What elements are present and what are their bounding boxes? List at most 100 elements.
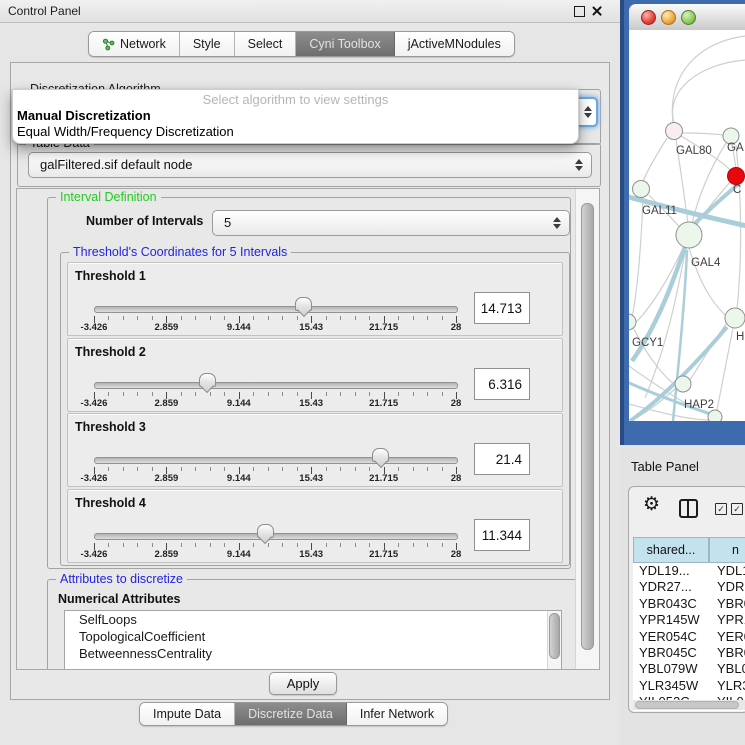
zoom-light-icon[interactable] [681, 10, 696, 25]
close-light-icon[interactable] [641, 10, 656, 25]
network-node-c[interactable] [728, 168, 745, 185]
minor-tick [340, 392, 341, 396]
number-of-intervals-value: 5 [224, 211, 231, 235]
minor-tick [224, 316, 225, 320]
tick-label: -3.426 [70, 473, 118, 484]
settings-scrollbar-thumb[interactable] [581, 203, 594, 650]
combobox-stepper-icon[interactable] [584, 106, 592, 118]
slider-track[interactable] [94, 306, 458, 313]
table-row[interactable]: YER054CYER0 [633, 629, 745, 645]
combobox-stepper-icon[interactable] [575, 159, 583, 171]
network-node-gcy1[interactable] [629, 314, 636, 330]
slider-track[interactable] [94, 457, 458, 464]
slider-thumb[interactable] [372, 448, 389, 462]
table-row[interactable]: YBR045CYBR0 [633, 645, 745, 661]
cell-name: YDL1 [717, 563, 745, 579]
close-icon[interactable] [591, 5, 603, 17]
threshold-label: Threshold 4 [75, 496, 146, 510]
split-columns-icon[interactable] [679, 499, 698, 518]
table-hscrollbar[interactable] [633, 700, 745, 710]
tick-label: 28 [432, 322, 480, 333]
table-row[interactable]: YPR145WYPR1 [633, 612, 745, 628]
network-node-gal4[interactable] [676, 222, 702, 248]
slider-thumb[interactable] [199, 373, 216, 387]
minor-tick [253, 316, 254, 320]
cell-name: YPR1 [717, 612, 745, 628]
network-window-titlebar[interactable] [629, 4, 745, 31]
combobox-stepper-icon[interactable] [553, 217, 561, 229]
checkbox-icon[interactable]: ✓ [715, 503, 727, 515]
list-scrollbar[interactable] [547, 611, 561, 670]
algorithm-option-equal-width-frequency-discretization[interactable]: Equal Width/Frequency Discretization [13, 124, 578, 140]
network-node[interactable] [708, 410, 722, 421]
slider-track[interactable] [94, 382, 458, 389]
table-row[interactable]: YBL079WYBL0 [633, 661, 745, 677]
minor-tick [326, 392, 327, 396]
tick-label: 15.43 [287, 549, 335, 560]
table-row[interactable]: YLR345WYLR3 [633, 678, 745, 694]
minor-tick [427, 392, 428, 396]
apply-button[interactable]: Apply [269, 672, 337, 695]
minor-tick [123, 316, 124, 320]
tab-cyni-toolbox[interactable]: Cyni Toolbox [296, 32, 394, 56]
minor-tick [224, 392, 225, 396]
algorithm-option-select-algorithm-to-view-settings[interactable]: Select algorithm to view settings [13, 92, 578, 108]
tick-label: 2.859 [142, 322, 190, 333]
network-view-canvas[interactable]: GAL80GACGAL11GAL4GCY1HHAP2 [629, 30, 745, 421]
cell-shared-name: YBL079W [639, 661, 698, 677]
gear-icon[interactable]: ⚙ [643, 495, 660, 514]
tab-jactivemnodules[interactable]: jActiveMNodules [395, 32, 514, 56]
settings-scrollbar[interactable] [575, 189, 600, 669]
attribute-item-topologicalcoefficient[interactable]: TopologicalCoefficient [65, 628, 561, 645]
mode-tab-infer-network[interactable]: Infer Network [347, 703, 447, 725]
slider-track[interactable] [94, 533, 458, 540]
table-row[interactable]: YDR27...YDR2 [633, 579, 745, 595]
table-hscrollbar-thumb[interactable] [635, 701, 739, 709]
numerical-attributes-list[interactable]: SelfLoopsTopologicalCoefficientBetweenne… [64, 610, 562, 670]
threshold-value-field[interactable]: 14.713 [474, 292, 530, 324]
tab-label: Cyni Toolbox [309, 37, 380, 51]
network-node-gal11[interactable] [633, 181, 650, 198]
column-header-n[interactable]: n [709, 537, 745, 563]
mode-tab-discretize-data[interactable]: Discretize Data [235, 703, 347, 725]
tab-select[interactable]: Select [235, 32, 297, 56]
algorithm-option-manual-discretization[interactable]: Manual Discretization [13, 108, 578, 124]
tab-style[interactable]: Style [180, 32, 235, 56]
minor-tick [137, 467, 138, 471]
settings-scroll-area: Interval Definition Number of Intervals … [16, 188, 600, 670]
attribute-item-betweennesscentrality[interactable]: BetweennessCentrality [65, 645, 561, 662]
attribute-item-selfloops[interactable]: SelfLoops [65, 611, 561, 628]
threshold-value-field[interactable]: 6.316 [474, 368, 530, 400]
slider-thumb[interactable] [257, 524, 274, 538]
threshold-value-field[interactable]: 11.344 [474, 519, 530, 551]
table-row[interactable]: YBR043CYBR0 [633, 596, 745, 612]
tick-label: 21.715 [360, 398, 408, 409]
tick-label: 2.859 [142, 473, 190, 484]
minor-tick [282, 543, 283, 547]
network-node-hap2[interactable] [675, 376, 691, 392]
cell-shared-name: YDL19... [639, 563, 690, 579]
list-scrollbar-thumb[interactable] [549, 613, 560, 659]
slider-thumb[interactable] [295, 297, 312, 311]
minor-tick [195, 316, 196, 320]
checkbox-icon[interactable]: ✓ [731, 503, 743, 515]
table-data-combobox[interactable]: galFiltered.sif default node [28, 152, 592, 178]
minimize-light-icon[interactable] [661, 10, 676, 25]
tick-label: -3.426 [70, 549, 118, 560]
number-of-intervals-combobox[interactable]: 5 [212, 210, 570, 236]
threshold-value-field[interactable]: 21.4 [474, 443, 530, 475]
minor-tick [108, 316, 109, 320]
threshold-label: Threshold 3 [75, 420, 146, 434]
tab-network[interactable]: Network [89, 32, 180, 56]
cell-shared-name: YDR27... [639, 579, 692, 595]
minor-tick [195, 392, 196, 396]
threshold-panel-4: Threshold 4-3.4262.8599.14415.4321.71528… [67, 489, 563, 563]
network-node-gal80[interactable] [666, 123, 683, 140]
float-window-icon[interactable] [574, 6, 585, 17]
minor-tick [369, 543, 370, 547]
minor-tick [369, 467, 370, 471]
table-row[interactable]: YDL19... YDL1 [633, 563, 745, 579]
column-header-shared[interactable]: shared... [633, 537, 709, 563]
network-node-h[interactable] [725, 308, 745, 328]
mode-tab-impute-data[interactable]: Impute Data [140, 703, 235, 725]
